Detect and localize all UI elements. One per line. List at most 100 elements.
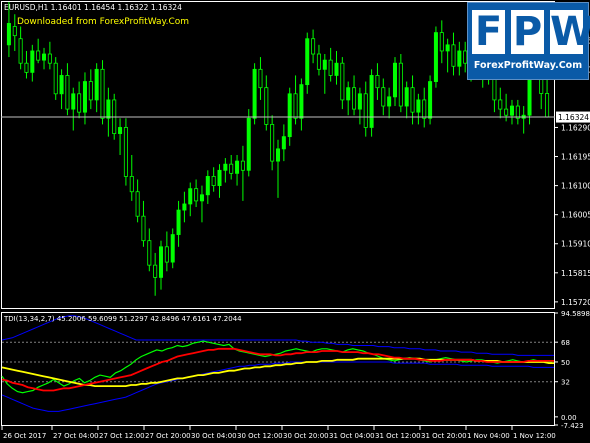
bear-candle xyxy=(504,108,509,116)
bull-candle xyxy=(299,84,304,119)
bear-candle xyxy=(47,53,52,64)
logo-letter-f: F xyxy=(472,10,505,54)
indicator-info: TDI(13,34,2,7) 45.2006 59.6099 51.2297 4… xyxy=(3,315,242,323)
bull-candle xyxy=(334,62,339,76)
bear-candle xyxy=(258,68,263,89)
bull-candle xyxy=(82,81,87,113)
time-tick-label: 31 Oct 12:00 xyxy=(375,432,421,440)
bull-candle xyxy=(369,75,374,128)
indicator-tick-label: 32 xyxy=(561,379,570,387)
bear-candle xyxy=(141,215,146,242)
time-tick-label: 1 Nov 04:00 xyxy=(467,432,510,440)
time-tick-label: 27 Oct 12:00 xyxy=(99,432,145,440)
bear-candle xyxy=(270,124,275,162)
bear-candle xyxy=(229,163,234,174)
bull-candle xyxy=(159,246,164,278)
bull-candle xyxy=(71,93,76,110)
bear-candle xyxy=(515,105,520,119)
bear-candle xyxy=(164,246,169,263)
bear-candle xyxy=(375,75,380,89)
bull-candle xyxy=(217,169,222,187)
bull-candle xyxy=(428,81,433,119)
bear-candle xyxy=(65,75,70,110)
bear-candle xyxy=(240,160,245,171)
bear-candle xyxy=(12,26,17,37)
bear-candle xyxy=(381,87,386,107)
time-tick-label: 31 Oct 20:00 xyxy=(421,432,467,440)
bull-candle xyxy=(30,50,35,73)
bull-candle xyxy=(106,99,111,119)
bear-candle xyxy=(53,62,58,95)
indicator-tick-label: 94.5898 xyxy=(561,310,590,318)
bull-candle xyxy=(94,68,99,101)
bull-candle xyxy=(445,44,450,52)
logo-letter-p: P xyxy=(511,9,544,55)
bull-candle xyxy=(176,209,181,235)
bull-candle xyxy=(246,117,251,171)
bear-candle xyxy=(316,53,321,70)
symbol-info: EURUSD,H1 1.16401 1.16454 1.16322 1.1632… xyxy=(4,3,182,12)
bull-candle xyxy=(509,105,514,116)
logo-site-text: ForexProfitWay.Com xyxy=(473,60,583,71)
time-tick-label: 30 Oct 12:00 xyxy=(237,432,283,440)
bear-candle xyxy=(340,62,345,101)
bull-candle xyxy=(346,87,351,101)
bear-candle xyxy=(545,93,550,118)
bull-candle xyxy=(42,53,47,61)
bull-candle xyxy=(188,188,193,205)
fpw-logo[interactable]: F P W ForexProfitWay.Com xyxy=(467,2,590,80)
bear-candle xyxy=(135,191,140,217)
time-tick-label: 30 Oct 04:00 xyxy=(191,432,237,440)
bear-candle xyxy=(77,93,82,113)
watermark-text: Downloaded from ForexProfitWay.Com xyxy=(17,17,189,27)
bear-candle xyxy=(18,38,23,64)
bull-candle xyxy=(6,23,11,46)
bull-candle xyxy=(275,148,281,162)
bear-candle xyxy=(123,127,128,177)
indicator-tick-label: 68 xyxy=(561,339,570,347)
bull-candle xyxy=(305,38,310,86)
indicator-tick-label: -7.423 xyxy=(561,422,584,430)
indicator-tick-label: 50 xyxy=(561,359,570,367)
last-price-label: 1.16324 xyxy=(556,111,590,123)
bear-candle xyxy=(129,176,134,193)
bear-candle xyxy=(88,81,93,101)
bull-candle xyxy=(387,96,392,107)
bull-candle xyxy=(281,136,286,150)
price-tick-label: 1.16195 xyxy=(561,153,590,162)
bull-candle xyxy=(170,234,175,263)
bull-candle xyxy=(404,87,409,107)
time-tick-label: 27 Oct 04:00 xyxy=(53,432,99,440)
price-tick-label: 1.16100 xyxy=(561,182,590,191)
bear-candle xyxy=(352,87,357,110)
price-tick-label: 1.15815 xyxy=(561,269,590,278)
bull-candle xyxy=(235,160,240,174)
bull-candle xyxy=(182,203,187,211)
bull-candle xyxy=(433,32,438,82)
bull-candle xyxy=(118,127,123,134)
bear-candle xyxy=(147,240,152,266)
price-tick-label: 1.16005 xyxy=(561,211,590,220)
bear-candle xyxy=(264,87,269,125)
bull-candle xyxy=(252,68,257,119)
bear-candle xyxy=(439,32,444,52)
indicator-tick-label: 0.00 xyxy=(561,414,577,422)
time-tick-label: 27 Oct 20:00 xyxy=(145,432,191,440)
bear-candle xyxy=(293,93,298,119)
bull-candle xyxy=(392,62,397,98)
bull-candle xyxy=(416,99,421,113)
bear-candle xyxy=(211,176,216,186)
bull-candle xyxy=(59,75,64,95)
price-tick-label: 1.15910 xyxy=(561,240,590,249)
bear-candle xyxy=(24,62,29,73)
bear-candle xyxy=(363,93,368,128)
bull-candle xyxy=(287,93,292,138)
time-tick-label: 31 Oct 04:00 xyxy=(329,432,375,440)
bear-candle xyxy=(311,38,316,55)
bear-candle xyxy=(100,68,105,119)
bull-candle xyxy=(357,93,362,110)
bear-candle xyxy=(153,264,158,278)
bull-candle xyxy=(199,194,204,202)
bull-candle xyxy=(205,176,210,196)
bear-candle xyxy=(410,87,415,113)
